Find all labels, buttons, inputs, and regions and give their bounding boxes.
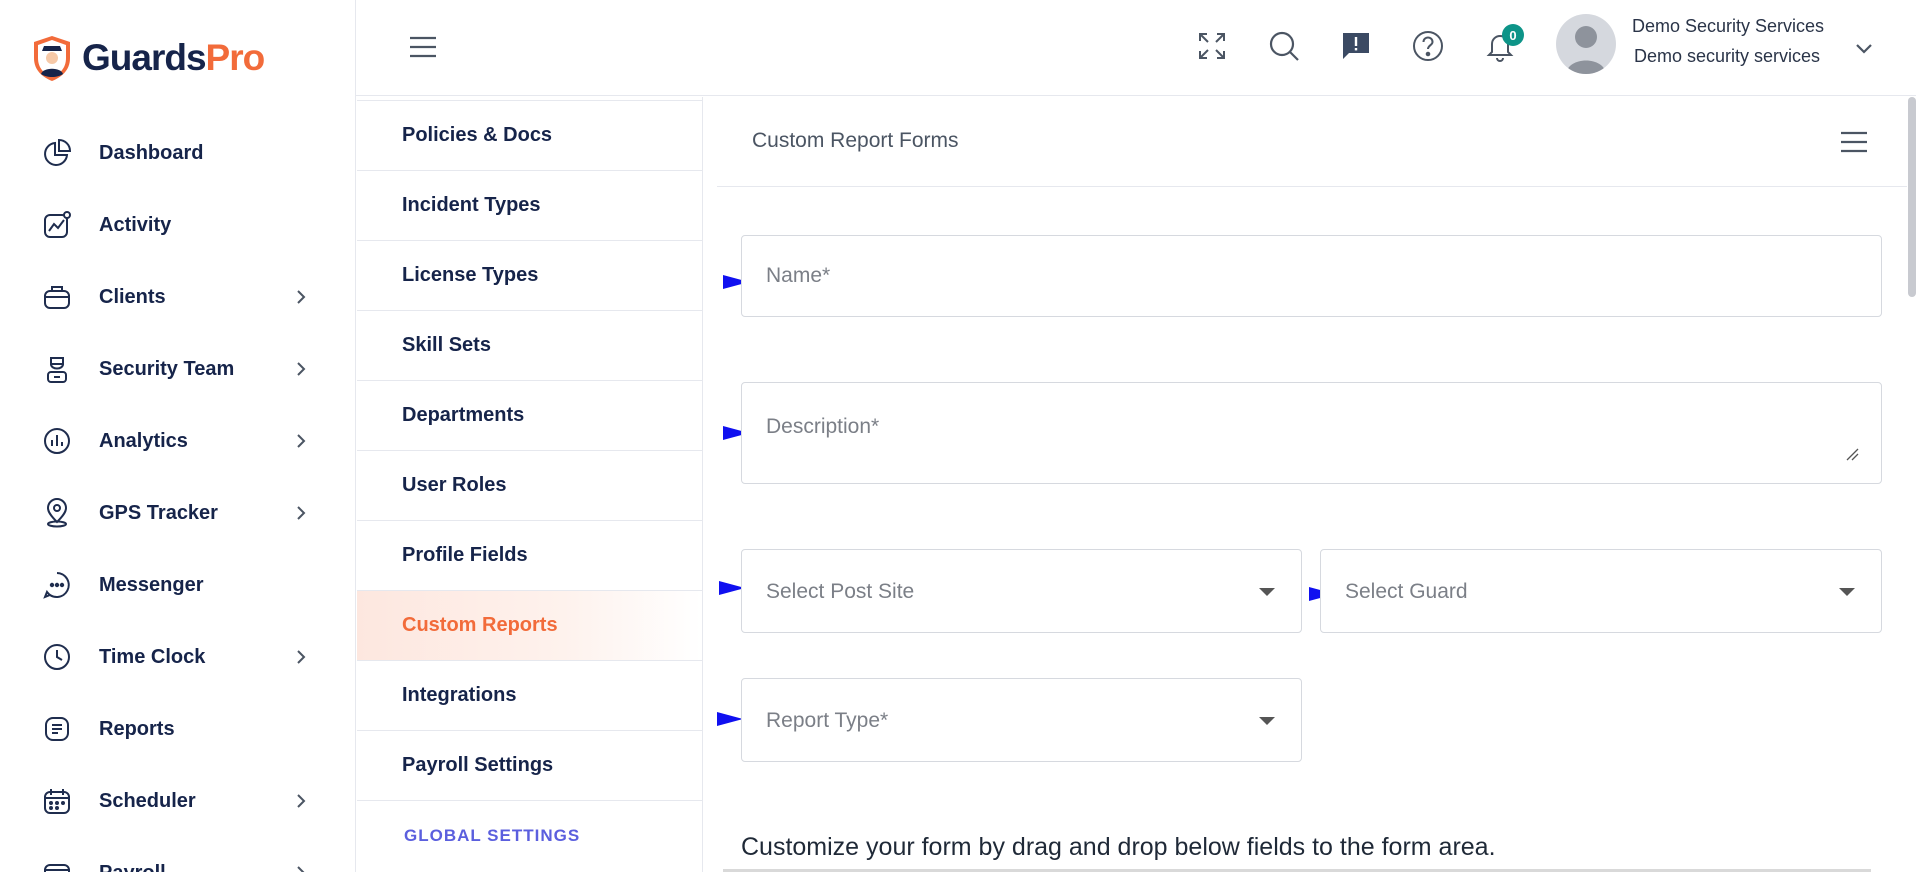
page-title: Custom Report Forms — [752, 129, 959, 152]
logo-text: GuardsPro — [82, 37, 266, 79]
resize-handle-icon[interactable] — [1845, 447, 1859, 461]
chevron-right-icon — [297, 290, 306, 304]
settings-item-departments[interactable]: Departments — [357, 381, 702, 451]
feedback-icon[interactable] — [1338, 28, 1374, 64]
sidebar: GuardsPro Dashboard Activity Clients Sec… — [0, 0, 356, 872]
settings-item-payroll-settings[interactable]: Payroll Settings — [357, 731, 702, 801]
settings-item-incident-types[interactable]: Incident Types — [357, 171, 702, 241]
fullscreen-icon[interactable] — [1194, 28, 1230, 64]
chat-icon — [40, 568, 74, 602]
sidebar-item-reports[interactable]: Reports — [0, 693, 355, 765]
sidebar-item-payroll[interactable]: Payroll — [0, 837, 355, 872]
description-input[interactable] — [742, 383, 1881, 483]
user-org[interactable]: Demo security services — [1634, 46, 1820, 67]
main-nav: Dashboard Activity Clients Security Team — [0, 117, 355, 872]
dropdown-caret-icon — [1259, 717, 1275, 725]
clock-icon — [40, 640, 74, 674]
wallet-icon — [40, 856, 74, 872]
sidebar-item-activity[interactable]: Activity — [0, 189, 355, 261]
guard-logo-icon — [34, 36, 70, 81]
pie-chart-icon — [40, 136, 74, 170]
main-scrollbar[interactable] — [1908, 97, 1916, 297]
settings-item-user-roles[interactable]: User Roles — [357, 451, 702, 521]
sidebar-item-scheduler[interactable]: Scheduler — [0, 765, 355, 837]
settings-item-policies-docs[interactable]: Policies & Docs — [357, 101, 702, 171]
guard-select[interactable]: Select Guard — [1320, 549, 1882, 633]
settings-item-license-types[interactable]: License Types — [357, 241, 702, 311]
sidebar-item-messenger[interactable]: Messenger — [0, 549, 355, 621]
sidebar-item-label: Reports — [99, 717, 175, 740]
settings-item-custom-reports[interactable]: Custom Reports — [357, 591, 702, 661]
briefcase-icon — [40, 280, 74, 314]
sidebar-item-time-clock[interactable]: Time Clock — [0, 621, 355, 693]
sidebar-item-label: Analytics — [99, 429, 188, 452]
document-icon — [40, 712, 74, 746]
sidebar-item-security-team[interactable]: Security Team — [0, 333, 355, 405]
chevron-right-icon — [297, 434, 306, 448]
calendar-icon — [40, 784, 74, 818]
dropdown-caret-icon — [1839, 588, 1855, 596]
search-icon[interactable] — [1266, 28, 1302, 64]
pointer-arrow-icon — [717, 712, 743, 726]
chevron-right-icon — [297, 650, 306, 664]
settings-item-profile-fields[interactable]: Profile Fields — [357, 521, 702, 591]
location-pin-icon — [40, 496, 74, 530]
custom-report-form-card: Custom Report Forms Select Post Site Sel… — [717, 97, 1916, 872]
name-field[interactable] — [741, 235, 1882, 317]
settings-item-integrations[interactable]: Integrations — [357, 661, 702, 731]
post-site-select[interactable]: Select Post Site — [741, 549, 1302, 633]
sidebar-item-label: GPS Tracker — [99, 501, 218, 524]
chevron-right-icon — [297, 362, 306, 376]
report-type-select-value: Report Type* — [766, 709, 889, 732]
bar-chart-icon — [40, 424, 74, 458]
notification-count-badge: 0 — [1502, 24, 1524, 46]
activity-icon — [40, 208, 74, 242]
settings-submenu: Policies & Docs Incident Types License T… — [357, 97, 703, 872]
sidebar-item-analytics[interactable]: Analytics — [0, 405, 355, 477]
user-name[interactable]: Demo Security Services — [1632, 16, 1824, 37]
section-heading-global-settings: GLOBAL SETTINGS — [404, 826, 581, 845]
card-menu-icon[interactable] — [1839, 129, 1869, 155]
chevron-down-icon[interactable] — [1852, 36, 1876, 60]
dropdown-caret-icon — [1259, 588, 1275, 596]
hamburger-menu-icon[interactable] — [408, 34, 438, 60]
sidebar-item-label: Scheduler — [99, 789, 196, 812]
sidebar-item-label: Messenger — [99, 573, 204, 596]
help-icon[interactable] — [1410, 28, 1446, 64]
sidebar-item-label: Dashboard — [99, 141, 204, 164]
avatar[interactable] — [1556, 14, 1616, 74]
logo-text-pro: Pro — [205, 37, 266, 78]
guard-select-value: Select Guard — [1345, 580, 1468, 603]
settings-item-skill-sets[interactable]: Skill Sets — [357, 311, 702, 381]
post-site-select-value: Select Post Site — [766, 580, 915, 603]
logo[interactable]: GuardsPro — [30, 34, 266, 82]
topbar: 0 Demo Security Services Demo security s… — [356, 0, 1916, 96]
sidebar-item-label: Time Clock — [99, 645, 206, 668]
sidebar-item-label: Activity — [99, 213, 172, 236]
description-field[interactable] — [741, 382, 1882, 484]
name-input[interactable] — [742, 236, 1881, 316]
chevron-right-icon — [297, 794, 306, 808]
sidebar-item-clients[interactable]: Clients — [0, 261, 355, 333]
sidebar-item-label: Security Team — [99, 357, 235, 380]
chevron-right-icon — [297, 866, 305, 872]
chevron-right-icon — [297, 506, 306, 520]
logo-text-guards: Guards — [82, 37, 207, 78]
sidebar-item-gps-tracker[interactable]: GPS Tracker — [0, 477, 355, 549]
sidebar-item-dashboard[interactable]: Dashboard — [0, 117, 355, 189]
sidebar-item-label: Payroll — [99, 862, 166, 872]
report-type-select[interactable]: Report Type* — [741, 678, 1302, 762]
sidebar-item-label: Clients — [99, 285, 166, 308]
guard-icon — [40, 352, 74, 386]
form-builder-help-text: Customize your form by drag and drop bel… — [741, 833, 1496, 861]
card-header: Custom Report Forms — [717, 97, 1907, 187]
